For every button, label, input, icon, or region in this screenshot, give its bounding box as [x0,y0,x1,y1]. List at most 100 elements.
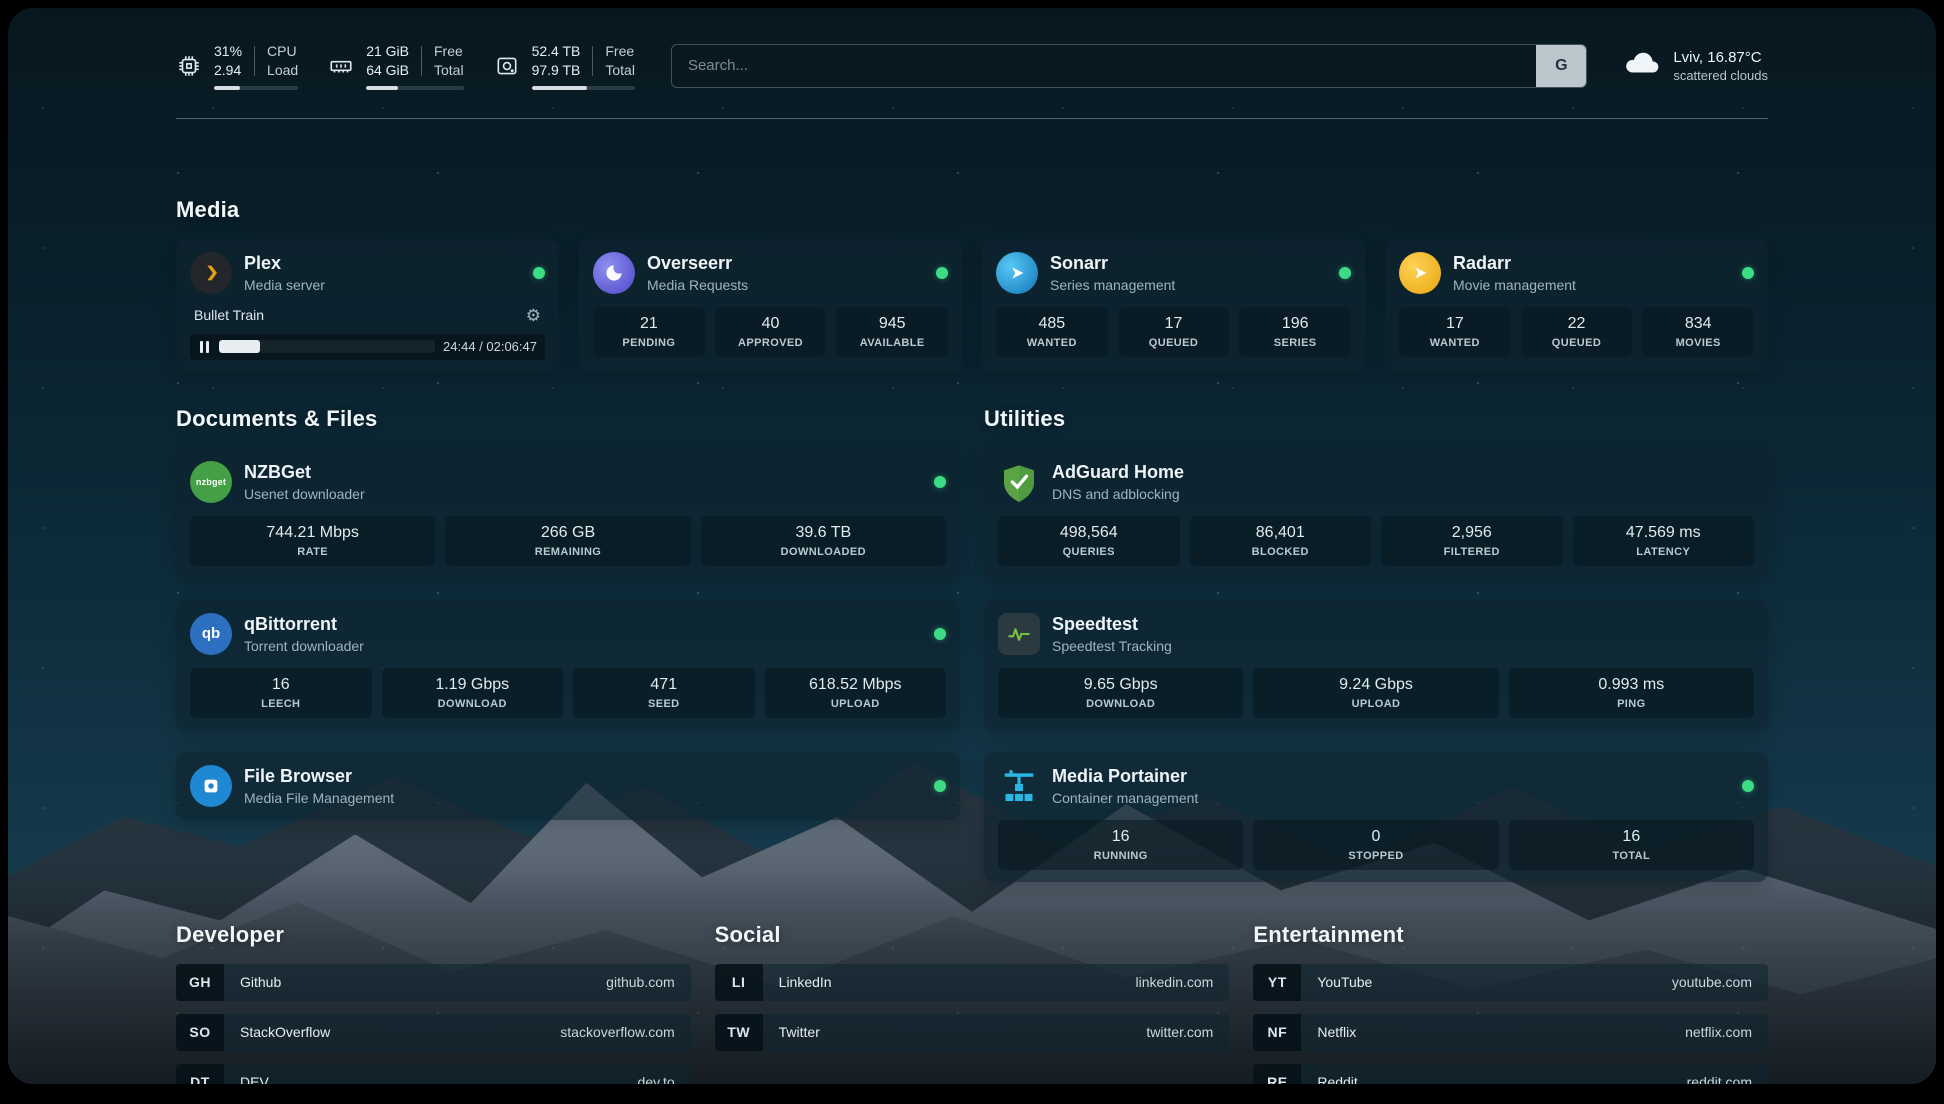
cpu-progress-fill [214,86,240,90]
qbittorrent-card[interactable]: qb qBittorrent Torrent downloader 16 [176,600,960,730]
radarr-card[interactable]: Radarr Movie management 17 WANTED 22 QUE… [1385,239,1768,372]
section-title-social: Social [715,922,1230,948]
plex-now-playing: Bullet Train 24:44 / 02:06:47 [190,305,545,360]
weather-widget: Lviv, 16.87°C scattered clouds [1623,44,1768,87]
adguard-icon [998,461,1040,503]
stat-value: 0.993 ms [1513,676,1750,694]
bookmark-dev[interactable]: DT DEV dev.to [176,1064,691,1084]
gear-icon[interactable] [526,307,541,324]
stat-value: 86,401 [1194,524,1368,542]
section-title-utilities: Utilities [984,406,1768,432]
app-name: Plex [244,253,325,274]
bookmark-name: Netflix [1301,1014,1356,1051]
search-bar: G [671,44,1587,88]
bookmark-name: LinkedIn [763,964,832,1001]
app-desc: DNS and adblocking [1052,486,1184,502]
app-desc: Usenet downloader [244,486,365,502]
stat-value: 744.21 Mbps [194,524,431,542]
metric-divider [421,46,422,76]
cpu-load-value: 2.94 [214,61,242,80]
bookmark-linkedin[interactable]: LI LinkedIn linkedin.com [715,964,1230,1001]
stat-label: DOWNLOAD [386,698,560,710]
stat-box: 17 WANTED [1399,307,1511,357]
section-title-entertainment: Entertainment [1253,922,1768,948]
playback-time: 24:44 / 02:06:47 [443,339,537,354]
disk-metric: 52.4 TB 97.9 TB Free Total [494,42,635,90]
bookmark-abbr: SO [176,1014,224,1051]
stat-value: 40 [719,315,823,333]
stat-value: 47.569 ms [1577,524,1751,542]
bookmark-name: Github [224,964,281,1001]
playback-progress-track[interactable] [219,340,435,353]
bookmark-stackoverflow[interactable]: SO StackOverflow stackoverflow.com [176,1014,691,1051]
bookmark-name: StackOverflow [224,1014,330,1051]
stat-label: MOVIES [1646,337,1750,349]
stat-value: 834 [1646,315,1750,333]
stat-box: 22 QUEUED [1521,307,1633,357]
ram-icon [328,53,354,79]
bookmark-abbr: NF [1253,1014,1301,1051]
app-name: Sonarr [1050,253,1175,274]
stat-label: FILTERED [1385,546,1559,558]
section-title-developer: Developer [176,922,691,948]
stat-label: APPROVED [719,337,823,349]
speedtest-card[interactable]: Speedtest Speedtest Tracking 9.65 Gbps D… [984,600,1768,730]
ram-label: Free [434,42,464,61]
stat-box: 0.993 ms PING [1509,668,1754,718]
app-desc: Container management [1052,790,1198,806]
app-desc: Speedtest Tracking [1052,638,1172,654]
stat-value: 9.24 Gbps [1257,676,1494,694]
nzbget-card[interactable]: nzbget NZBGet Usenet downloader 744.21 M… [176,448,960,578]
qbittorrent-icon-text: qb [202,625,220,642]
bookmark-github[interactable]: GH Github github.com [176,964,691,1001]
stat-label: WANTED [1000,337,1104,349]
stat-value: 39.6 TB [705,524,942,542]
stat-label: RUNNING [1002,850,1239,862]
bookmark-youtube[interactable]: YT YouTube youtube.com [1253,964,1768,1001]
stat-box: 47.569 ms LATENCY [1573,516,1755,566]
plex-card[interactable]: Plex Media server Bullet Train [176,239,559,372]
stat-label: DOWNLOADED [705,546,942,558]
stat-value: 0 [1257,828,1494,846]
bookmark-reddit[interactable]: RE Reddit reddit.com [1253,1064,1768,1084]
disk-total: 97.9 TB [532,61,581,80]
portainer-icon [998,765,1040,807]
overseerr-icon [593,252,635,294]
stat-value: 16 [1513,828,1750,846]
stat-value: 22 [1525,315,1629,333]
app-name: Speedtest [1052,614,1172,635]
app-name: File Browser [244,766,394,787]
search-engine-button[interactable]: G [1536,45,1586,87]
cpu-percent: 31% [214,42,242,61]
bookmark-url: twitter.com [1146,1014,1229,1051]
qbittorrent-icon: qb [190,613,232,655]
stat-label: SERIES [1243,337,1347,349]
app-desc: Torrent downloader [244,638,364,654]
stat-label: UPLOAD [1257,698,1494,710]
sonarr-icon [996,252,1038,294]
stat-box: 1.19 Gbps DOWNLOAD [382,668,564,718]
status-dot [533,267,545,279]
status-dot [934,780,946,792]
stat-label: PENDING [597,337,701,349]
stat-label: STOPPED [1257,850,1494,862]
filebrowser-card[interactable]: File Browser Media File Management [176,752,960,820]
portainer-card[interactable]: Media Portainer Container management 16 … [984,752,1768,882]
pause-icon[interactable] [198,339,211,355]
search-input[interactable] [672,57,1536,74]
stat-label: QUEUED [1122,337,1226,349]
stat-value: 498,564 [1002,524,1176,542]
disk-free: 52.4 TB [532,42,581,61]
adguard-card[interactable]: AdGuard Home DNS and adblocking 498,564 … [984,448,1768,578]
weather-condition: scattered clouds [1673,68,1768,83]
section-title-media: Media [176,197,1768,223]
bookmark-netflix[interactable]: NF Netflix netflix.com [1253,1014,1768,1051]
radarr-icon [1399,252,1441,294]
stat-value: 485 [1000,315,1104,333]
sonarr-card[interactable]: Sonarr Series management 485 WANTED 17 Q… [982,239,1365,372]
overseerr-card[interactable]: Overseerr Media Requests 21 PENDING 40 A… [579,239,962,372]
bookmark-twitter[interactable]: TW Twitter twitter.com [715,1014,1230,1051]
stat-label: LATENCY [1577,546,1751,558]
stat-box: 945 AVAILABLE [836,307,948,357]
stat-label: REMAINING [449,546,686,558]
